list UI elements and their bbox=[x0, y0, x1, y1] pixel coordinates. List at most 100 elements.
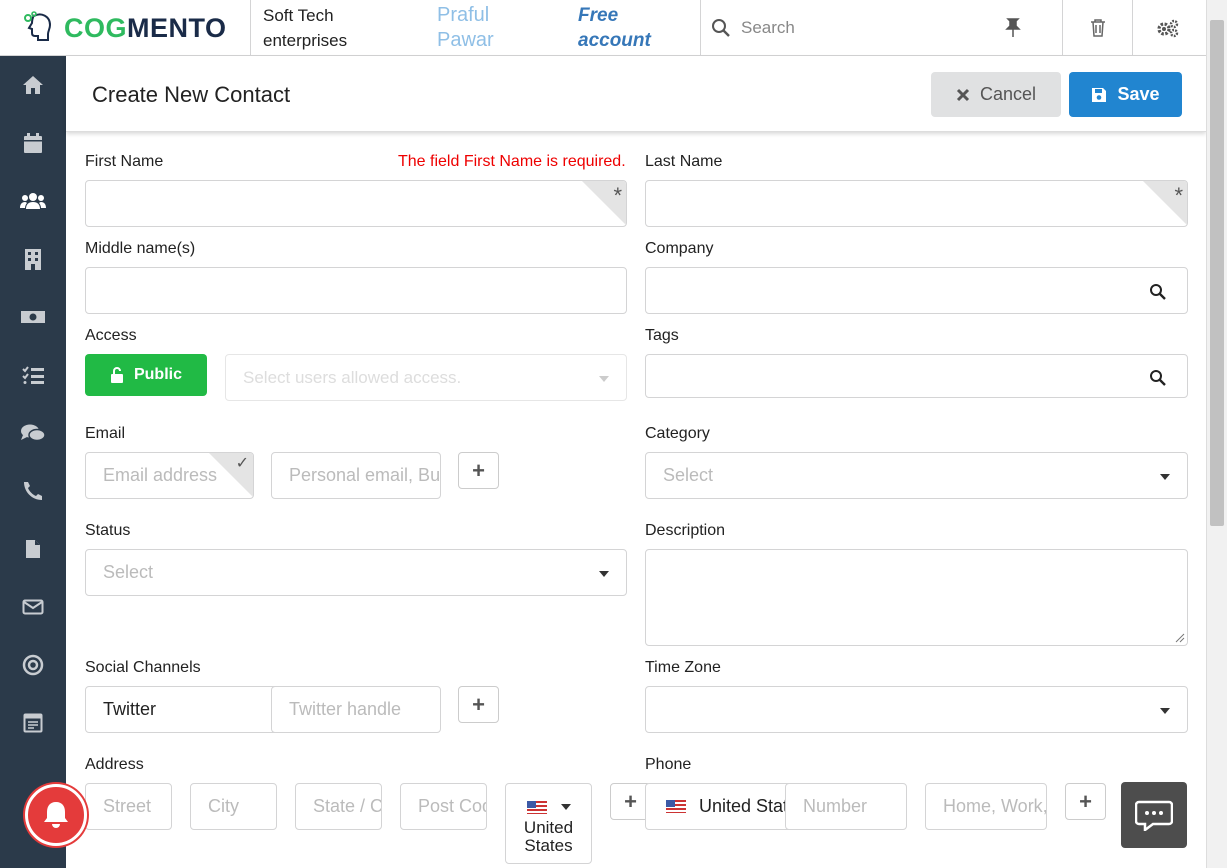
bell-icon bbox=[44, 802, 68, 828]
timezone-select[interactable] bbox=[645, 686, 1188, 733]
sidebar-item-campaigns[interactable] bbox=[0, 636, 66, 694]
trash-icon bbox=[1090, 19, 1105, 37]
postcode-placeholder: Post Code bbox=[418, 796, 486, 816]
sidebar-item-calls[interactable] bbox=[0, 462, 66, 520]
file-icon bbox=[26, 540, 40, 558]
status-label: Status bbox=[85, 522, 131, 539]
email-address-input[interactable]: Email address ✓ bbox=[85, 452, 254, 499]
email-type-placeholder: Personal email, Business, Alt... bbox=[289, 465, 441, 485]
contact-form: First Name The field First Name is requi… bbox=[66, 132, 1206, 868]
country-flag-row bbox=[526, 798, 571, 816]
company-label: Company bbox=[645, 240, 714, 257]
sidebar-item-tasks[interactable] bbox=[0, 346, 66, 404]
us-flag-icon bbox=[526, 800, 547, 814]
social-label: Social Channels bbox=[85, 659, 201, 676]
phone-number-placeholder: Number bbox=[803, 796, 868, 816]
company-input[interactable] bbox=[645, 267, 1188, 314]
floppy-icon bbox=[1092, 87, 1107, 102]
search-box[interactable] bbox=[701, 0, 1063, 56]
cancel-button[interactable]: Cancel bbox=[931, 72, 1061, 117]
user-name[interactable]: Praful Pawar bbox=[437, 3, 527, 53]
timezone-label: Time Zone bbox=[645, 659, 721, 676]
middle-name-input[interactable] bbox=[85, 267, 627, 314]
page-header: Create New Contact Cancel Save bbox=[66, 56, 1206, 132]
plus-icon: + bbox=[472, 457, 485, 483]
resize-handle-icon[interactable] bbox=[1175, 633, 1185, 643]
address-country-value: United States bbox=[523, 818, 574, 855]
phone-country-value: United States bbox=[699, 796, 787, 816]
address-country-select[interactable]: United States bbox=[505, 783, 592, 864]
sidebar-item-documents[interactable] bbox=[0, 520, 66, 578]
unlock-icon bbox=[110, 367, 123, 383]
postcode-input[interactable]: Post Code bbox=[400, 783, 487, 830]
search-icon bbox=[1150, 370, 1166, 386]
chevron-down-icon bbox=[1160, 708, 1170, 714]
access-label: Access bbox=[85, 327, 137, 344]
public-label: Public bbox=[133, 366, 182, 383]
bullseye-icon bbox=[22, 654, 44, 676]
save-label: Save bbox=[1117, 84, 1160, 104]
social-handle-input[interactable]: Twitter handle bbox=[271, 686, 441, 733]
sidebar-item-calendar[interactable] bbox=[0, 114, 66, 172]
notification-bell-button[interactable] bbox=[25, 784, 87, 846]
access-users-placeholder: Select users allowed access. bbox=[243, 367, 462, 387]
close-icon bbox=[956, 88, 970, 101]
sidebar-item-forms[interactable] bbox=[0, 694, 66, 752]
sidebar-item-deals[interactable] bbox=[0, 288, 66, 346]
public-access-button[interactable]: Public bbox=[85, 354, 207, 396]
plus-icon: + bbox=[472, 691, 485, 717]
add-social-button[interactable]: + bbox=[458, 686, 499, 723]
account-info: Soft Tech enterprises Praful Pawar Free … bbox=[251, 0, 701, 56]
email-label: Email bbox=[85, 425, 126, 442]
sidebar-item-contacts[interactable] bbox=[0, 172, 66, 230]
scrollbar-thumb[interactable] bbox=[1210, 20, 1224, 526]
description-label: Description bbox=[645, 522, 726, 539]
phone-type-input[interactable]: Home, Work, Mobile... bbox=[925, 783, 1047, 830]
trash-button[interactable] bbox=[1063, 0, 1133, 56]
first-name-input[interactable]: * bbox=[85, 180, 627, 227]
brand-logo[interactable]: COGMENTO bbox=[0, 0, 251, 56]
street-placeholder: Street bbox=[103, 796, 152, 816]
save-button[interactable]: Save bbox=[1069, 72, 1182, 117]
chevron-down-icon bbox=[599, 571, 609, 577]
money-icon bbox=[21, 311, 45, 323]
social-network-select[interactable]: Twitter bbox=[85, 686, 285, 733]
sidebar-item-cases[interactable] bbox=[0, 404, 66, 462]
state-input[interactable]: State / County bbox=[295, 783, 382, 830]
status-select[interactable]: Select bbox=[85, 549, 627, 596]
street-input[interactable]: Street bbox=[85, 783, 172, 830]
city-input[interactable]: City bbox=[190, 783, 277, 830]
required-marker: * bbox=[1143, 181, 1187, 225]
description-textarea[interactable] bbox=[645, 549, 1188, 646]
email-address-placeholder: Email address bbox=[103, 465, 218, 485]
chat-widget-button[interactable] bbox=[1121, 782, 1187, 848]
last-name-input[interactable]: * bbox=[645, 180, 1188, 227]
sidebar-item-email[interactable] bbox=[0, 578, 66, 636]
chevron-down-icon bbox=[560, 804, 571, 810]
category-select[interactable]: Select bbox=[645, 452, 1188, 499]
first-name-error: The field First Name is required. bbox=[398, 153, 626, 170]
access-users-select[interactable]: Select users allowed access. bbox=[225, 354, 627, 401]
page-title: Create New Contact bbox=[92, 82, 291, 107]
phone-number-input[interactable]: Number bbox=[785, 783, 907, 830]
sidebar-item-companies[interactable] bbox=[0, 230, 66, 288]
settings-button[interactable] bbox=[1133, 0, 1203, 56]
phone-type-placeholder: Home, Work, Mobile... bbox=[943, 796, 1047, 816]
phone-label: Phone bbox=[645, 756, 692, 773]
search-input[interactable] bbox=[741, 18, 1011, 38]
first-name-label: First Name bbox=[85, 153, 164, 170]
pin-icon[interactable] bbox=[1005, 18, 1021, 38]
tags-input[interactable] bbox=[645, 354, 1188, 398]
state-placeholder: State / County bbox=[313, 796, 382, 816]
sidebar-item-home[interactable] bbox=[0, 56, 66, 114]
page-scrollbar[interactable] bbox=[1206, 0, 1227, 868]
address-label: Address bbox=[85, 756, 144, 773]
contacts-icon bbox=[20, 193, 46, 209]
add-email-button[interactable]: + bbox=[458, 452, 499, 489]
check-icon: ✓ bbox=[235, 455, 249, 472]
city-placeholder: City bbox=[208, 796, 239, 816]
plan-link[interactable]: Free account bbox=[578, 3, 688, 53]
email-type-input[interactable]: Personal email, Business, Alt... bbox=[271, 452, 441, 499]
add-phone-button[interactable]: + bbox=[1065, 783, 1106, 820]
cancel-label: Cancel bbox=[979, 84, 1037, 104]
